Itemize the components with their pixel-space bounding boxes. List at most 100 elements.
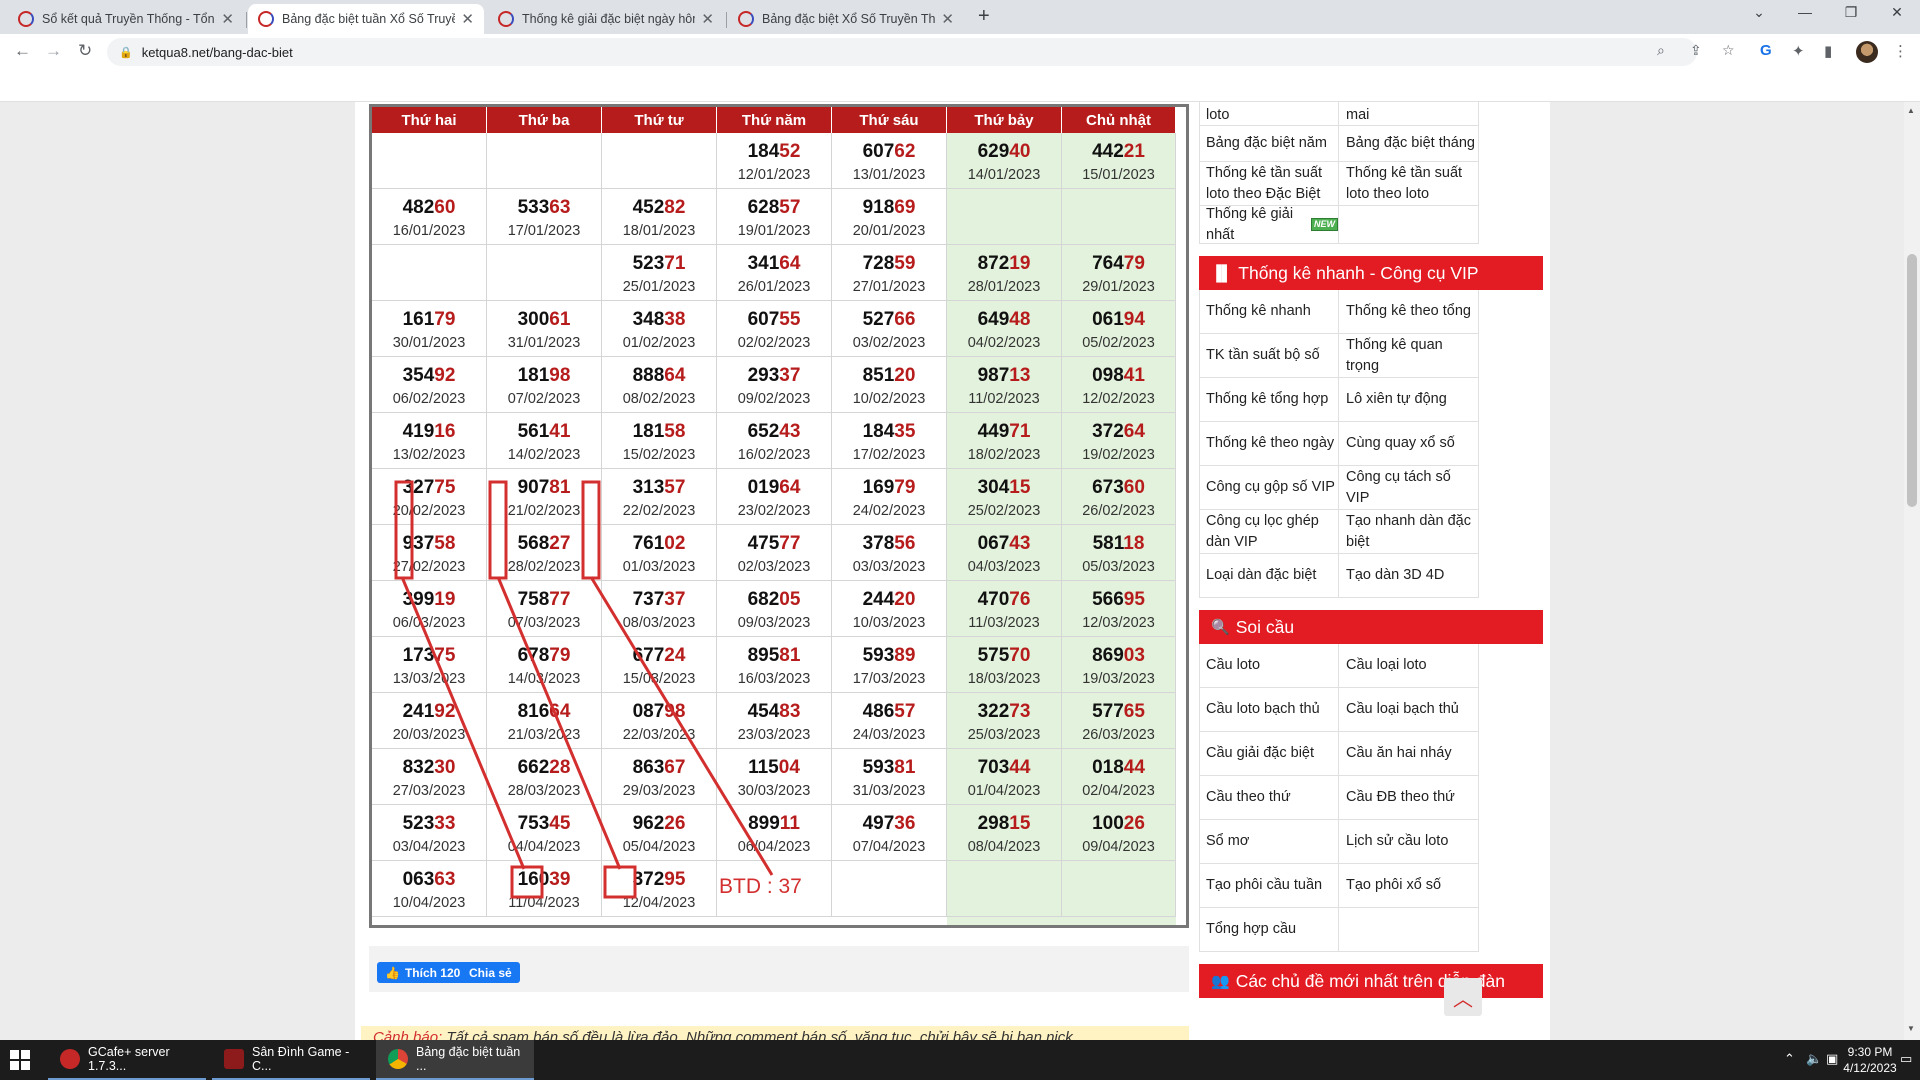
sidebar-link[interactable]: Cùng quay xổ số xyxy=(1339,422,1479,466)
prize-tail-digits: 62 xyxy=(894,141,916,162)
sidebar-link-label: Tạo phôi cầu tuần xyxy=(1206,877,1323,893)
prize-cell: 66228 28/03/2023 xyxy=(487,749,602,805)
prize-cell: 73737 08/03/2023 xyxy=(602,581,717,637)
sidebar-link[interactable]: Cầu loại bạch thủ xyxy=(1339,688,1479,732)
sidebar-link[interactable]: Thống kê nhanh xyxy=(1199,290,1339,334)
sidebar-link[interactable]: Cầu loại loto xyxy=(1339,644,1479,688)
lock-icon[interactable]: 🔒 xyxy=(119,46,133,59)
sidebar-link[interactable]: Cầu loto xyxy=(1199,644,1339,688)
sidebar-link[interactable]: Loại dàn đặc biệt xyxy=(1199,554,1339,598)
browser-tab-2-active[interactable]: Bảng đặc biệt tuần Xổ Số Truyền ✕ xyxy=(248,4,484,34)
sidebar-link[interactable]: Thống kê giải nhất NEW xyxy=(1199,206,1339,244)
network-icon[interactable]: ▣ xyxy=(1826,1051,1838,1067)
sidebar-link[interactable]: Công cụ tách số VIP xyxy=(1339,466,1479,510)
prize-tail-digits: 58 xyxy=(434,533,456,554)
sidebar-link[interactable]: Cầu ĐB theo thứ xyxy=(1339,776,1479,820)
scroll-up-arrow-icon[interactable]: ▲ xyxy=(1907,106,1915,115)
sidebar-link[interactable]: Cầu ăn hai nháy xyxy=(1339,732,1479,776)
reload-icon[interactable]: ↻ xyxy=(78,41,92,61)
zoom-icon[interactable]: ⌕ xyxy=(1657,42,1665,59)
sidebar-link-label: Cầu loại loto xyxy=(1346,657,1427,673)
facebook-share-button[interactable]: Chia sẻ xyxy=(461,962,520,983)
sidebar-link[interactable]: Thống kê tần suất loto theo Đặc Biệt xyxy=(1199,162,1339,206)
arrow-left-icon[interactable]: ← xyxy=(14,41,31,61)
sidebar-link[interactable]: Lịch sử cầu loto xyxy=(1339,820,1479,864)
side-panel-icon[interactable]: ▮ xyxy=(1824,42,1832,60)
sidebar-link[interactable]: Thống kê theo ngày xyxy=(1199,422,1339,466)
sidebar-link[interactable]: Tạo phôi xổ số xyxy=(1339,864,1479,908)
address-url[interactable]: ketqua8.net/bang-dac-biet xyxy=(142,45,293,60)
sidebar-link[interactable]: Thống kê tổng hợp xyxy=(1199,378,1339,422)
sidebar-link[interactable]: Cầu loto bạch thủ xyxy=(1199,688,1339,732)
sidebar-link[interactable]: Tạo phôi cầu tuần xyxy=(1199,864,1339,908)
sidebar-link[interactable]: Thống kê đầu đuôi loto xyxy=(1199,102,1339,126)
taskbar-clock[interactable]: 9:30 PM 4/12/2023 xyxy=(1838,1044,1902,1076)
sidebar-link[interactable]: Thống kê quan trọng xyxy=(1339,334,1479,378)
prize-tail-digits: 63 xyxy=(434,869,456,890)
profile-avatar[interactable] xyxy=(1856,41,1878,63)
sidebar-link[interactable]: Lô xiên tự động xyxy=(1339,378,1479,422)
sidebar-link[interactable]: TK tần suất bộ số xyxy=(1199,334,1339,378)
close-tab-icon[interactable]: ✕ xyxy=(941,10,954,28)
sidebar-link[interactable]: Cầu theo thứ xyxy=(1199,776,1339,820)
sidebar-link[interactable]: Tạo nhanh dàn đặc biệt xyxy=(1339,510,1479,554)
close-window-icon[interactable]: ✕ xyxy=(1874,4,1920,21)
share-icon[interactable]: ⇪ xyxy=(1690,42,1702,59)
sidebar-link[interactable]: Thống kê theo tổng xyxy=(1339,290,1479,334)
browser-tab-4[interactable]: Bảng đặc biệt Xổ Số Truyền Thốn ✕ xyxy=(728,4,964,34)
close-tab-icon[interactable]: ✕ xyxy=(461,10,474,28)
tab-search-chevron-icon[interactable]: ⌄ xyxy=(1736,4,1782,21)
chevron-up-icon[interactable]: ︿ xyxy=(1444,978,1482,1016)
prize-tail-digits: 70 xyxy=(1009,645,1031,666)
prize-date: 06/02/2023 xyxy=(392,391,466,407)
windows-start-icon[interactable] xyxy=(10,1050,30,1070)
prize-head-digits: 470 xyxy=(977,589,1010,610)
sidebar-link-label: Tạo nhanh dàn đặc biệt xyxy=(1346,512,1471,550)
browser-tab-1[interactable]: Sổ kết quả Truyền Thống - Tổng ✕ xyxy=(8,4,244,34)
taskbar-app-sandinh[interactable]: Sân Đình Game - C... xyxy=(212,1040,370,1080)
site-favicon-icon xyxy=(18,11,34,27)
arrow-right-icon[interactable]: → xyxy=(45,41,62,61)
browser-tab-3[interactable]: Thống kê giải đặc biệt ngày hôm ✕ xyxy=(488,4,724,34)
close-tab-icon[interactable]: ✕ xyxy=(701,10,714,28)
star-icon[interactable]: ☆ xyxy=(1722,42,1735,59)
sidebar-link[interactable]: Sổ mơ xyxy=(1199,820,1339,864)
prize-number: 70344 xyxy=(947,757,1061,779)
taskbar-app-gcafe[interactable]: GCafe+ server 1.7.3... xyxy=(48,1040,206,1080)
puzzle-icon[interactable]: ✦ xyxy=(1792,42,1805,60)
new-tab-plus-icon[interactable]: + xyxy=(978,5,990,28)
page-scrollbar[interactable]: ▲ ▼ xyxy=(1904,102,1920,1040)
translate-icon[interactable]: G xyxy=(1760,42,1772,59)
scrollbar-thumb[interactable] xyxy=(1907,254,1917,507)
prize-tail-digits: 64 xyxy=(1123,421,1145,442)
prize-cell: 18435 17/02/2023 xyxy=(832,413,947,469)
minimize-window-icon[interactable]: — xyxy=(1782,4,1828,20)
tray-chevron-up-icon[interactable]: ⌃ xyxy=(1784,1051,1795,1067)
close-tab-icon[interactable]: ✕ xyxy=(221,10,234,28)
prize-date: 01/04/2023 xyxy=(967,783,1041,799)
notifications-icon[interactable]: ▭ xyxy=(1900,1051,1912,1067)
prize-number: 37295 xyxy=(602,869,716,891)
kebab-menu-icon[interactable]: ⋮ xyxy=(1893,42,1908,60)
sidebar-link[interactable]: Tổng hợp cầu xyxy=(1199,908,1339,952)
prize-date: 05/03/2023 xyxy=(1082,559,1155,575)
prize-date: 20/01/2023 xyxy=(852,223,926,239)
prize-head-digits: 442 xyxy=(1092,141,1124,162)
sidebar-link[interactable]: Thống kê ĐB ngày mai xyxy=(1339,102,1479,126)
sidebar-link[interactable]: Công cụ gộp số VIP xyxy=(1199,466,1339,510)
sidebar-link[interactable]: Bảng đặc biệt năm xyxy=(1199,126,1339,162)
sidebar-link[interactable]: Tạo dàn 3D 4D xyxy=(1339,554,1479,598)
address-bar[interactable]: 🔒 ketqua8.net/bang-dac-biet xyxy=(107,38,1697,66)
taskbar-app-chrome[interactable]: Bảng đặc biệt tuần ... xyxy=(376,1040,534,1080)
prize-date: 11/02/2023 xyxy=(968,391,1040,407)
facebook-like-button[interactable]: 👍 Thích 120 xyxy=(377,962,469,983)
sidebar-link[interactable]: Bảng đặc biệt tháng xyxy=(1339,126,1479,162)
prize-tail-digits: 77 xyxy=(549,589,571,610)
sidebar-link[interactable]: Cầu giải đặc biệt xyxy=(1199,732,1339,776)
volume-icon[interactable]: 🔈 xyxy=(1806,1051,1822,1067)
sidebar-link[interactable]: Thống kê tần suất loto theo loto xyxy=(1339,162,1479,206)
scroll-down-arrow-icon[interactable]: ▼ xyxy=(1907,1024,1915,1033)
sidebar-link[interactable]: Công cụ lọc ghép dàn VIP xyxy=(1199,510,1339,554)
column-header: Thứ ba xyxy=(487,107,602,133)
restore-window-icon[interactable]: ❐ xyxy=(1828,4,1874,21)
